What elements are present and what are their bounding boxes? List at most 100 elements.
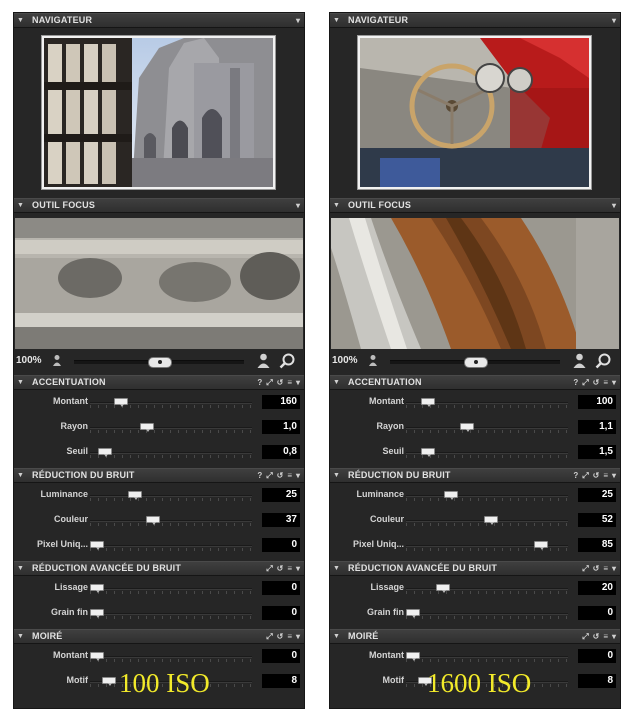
- collapse-triangle-icon[interactable]: ▼: [17, 562, 24, 575]
- slider-thumb[interactable]: [114, 398, 128, 407]
- zoom-out-person-icon[interactable]: [52, 354, 62, 366]
- collapse-triangle-icon[interactable]: ▼: [333, 630, 340, 643]
- focus-preview[interactable]: [331, 218, 619, 349]
- value-field[interactable]: 0: [578, 649, 616, 663]
- slider-thumb[interactable]: [127, 491, 142, 500]
- value-field[interactable]: 20: [578, 581, 616, 595]
- chevron-down-icon[interactable]: ▾: [296, 630, 300, 643]
- chevron-down-icon[interactable]: ▾: [296, 14, 300, 27]
- slider-track[interactable]: [90, 520, 252, 522]
- collapse-triangle-icon[interactable]: ▼: [333, 469, 340, 482]
- slider-thumb[interactable]: [421, 448, 435, 457]
- expand-icon[interactable]: ⤢: [582, 469, 588, 482]
- zoom-slider-knob[interactable]: [148, 357, 172, 368]
- reset-icon[interactable]: ↺: [593, 562, 600, 575]
- section-header[interactable]: ▼ RÉDUCTION AVANCÉE DU BRUIT ⤢ ↺ ≡ ▾: [330, 561, 620, 576]
- magnifier-icon[interactable]: [279, 353, 295, 369]
- value-field[interactable]: 25: [262, 488, 300, 502]
- collapse-triangle-icon[interactable]: ▼: [333, 199, 340, 212]
- expand-icon[interactable]: ⤢: [266, 630, 272, 643]
- slider-thumb[interactable]: [90, 584, 104, 593]
- value-field[interactable]: 1,0: [262, 420, 300, 434]
- value-field[interactable]: 0: [262, 606, 300, 620]
- collapse-triangle-icon[interactable]: ▼: [17, 14, 24, 27]
- slider-thumb[interactable]: [443, 491, 458, 500]
- navigator-thumbnail[interactable]: [41, 35, 276, 190]
- value-field[interactable]: 0: [262, 538, 300, 552]
- expand-icon[interactable]: ⤢: [266, 469, 272, 482]
- slider-track[interactable]: [406, 656, 568, 658]
- menu-icon[interactable]: ≡: [603, 630, 608, 643]
- slider-thumb[interactable]: [436, 584, 450, 593]
- slider-thumb[interactable]: [145, 516, 160, 525]
- collapse-triangle-icon[interactable]: ▼: [17, 376, 24, 389]
- slider-thumb[interactable]: [139, 423, 154, 432]
- reset-icon[interactable]: ↺: [277, 562, 284, 575]
- navigator-header[interactable]: ▼ NAVIGATEUR ▾: [14, 13, 304, 28]
- expand-icon[interactable]: ⤢: [582, 376, 588, 389]
- slider-track[interactable]: [406, 588, 568, 590]
- value-field[interactable]: 52: [578, 513, 616, 527]
- expand-icon[interactable]: ⤢: [266, 376, 272, 389]
- section-header[interactable]: ▼ RÉDUCTION DU BRUIT? ⤢ ↺ ≡ ▾: [14, 468, 304, 483]
- section-header[interactable]: ▼ RÉDUCTION DU BRUIT? ⤢ ↺ ≡ ▾: [330, 468, 620, 483]
- help-icon[interactable]: ?: [257, 376, 262, 389]
- slider-thumb[interactable]: [406, 609, 420, 618]
- reset-icon[interactable]: ↺: [277, 376, 284, 389]
- menu-icon[interactable]: ≡: [287, 376, 292, 389]
- slider-thumb[interactable]: [460, 423, 474, 432]
- slider-track[interactable]: [90, 545, 252, 547]
- reset-icon[interactable]: ↺: [593, 376, 600, 389]
- slider-thumb[interactable]: [421, 398, 435, 407]
- slider-thumb[interactable]: [406, 652, 420, 661]
- value-field[interactable]: 0: [262, 581, 300, 595]
- chevron-down-icon[interactable]: ▾: [296, 469, 300, 482]
- chevron-down-icon[interactable]: ▾: [612, 14, 616, 27]
- value-field[interactable]: 0,8: [262, 445, 300, 459]
- collapse-triangle-icon[interactable]: ▼: [17, 199, 24, 212]
- chevron-down-icon[interactable]: ▾: [296, 376, 300, 389]
- help-icon[interactable]: ?: [573, 469, 578, 482]
- slider-thumb[interactable]: [102, 677, 116, 686]
- slider-track[interactable]: [90, 613, 252, 615]
- expand-icon[interactable]: ⤢: [266, 562, 272, 575]
- reset-icon[interactable]: ↺: [277, 469, 284, 482]
- section-header[interactable]: ▼ MOIRÉ ⤢ ↺ ≡ ▾: [14, 629, 304, 644]
- slider-track[interactable]: [90, 452, 252, 454]
- slider-track[interactable]: [90, 495, 252, 497]
- focus-preview[interactable]: [15, 218, 303, 349]
- help-icon[interactable]: ?: [257, 469, 262, 482]
- chevron-down-icon[interactable]: ▾: [612, 630, 616, 643]
- menu-icon[interactable]: ≡: [287, 630, 292, 643]
- menu-icon[interactable]: ≡: [603, 562, 608, 575]
- value-field[interactable]: 1,5: [578, 445, 616, 459]
- section-header[interactable]: ▼ ACCENTUATION? ⤢ ↺ ≡ ▾: [330, 375, 620, 390]
- value-field[interactable]: 85: [578, 538, 616, 552]
- chevron-down-icon[interactable]: ▾: [296, 199, 300, 212]
- section-header[interactable]: ▼ MOIRÉ ⤢ ↺ ≡ ▾: [330, 629, 620, 644]
- reset-icon[interactable]: ↺: [593, 469, 600, 482]
- slider-track[interactable]: [406, 427, 568, 429]
- slider-track[interactable]: [406, 613, 568, 615]
- menu-icon[interactable]: ≡: [603, 469, 608, 482]
- value-field[interactable]: 100: [578, 395, 616, 409]
- expand-icon[interactable]: ⤢: [582, 630, 588, 643]
- slider-thumb[interactable]: [97, 448, 112, 457]
- value-field[interactable]: 160: [262, 395, 300, 409]
- chevron-down-icon[interactable]: ▾: [296, 562, 300, 575]
- chevron-down-icon[interactable]: ▾: [612, 562, 616, 575]
- navigator-thumbnail[interactable]: [357, 35, 592, 190]
- slider-track[interactable]: [90, 427, 252, 429]
- reset-icon[interactable]: ↺: [277, 630, 284, 643]
- value-field[interactable]: 1,1: [578, 420, 616, 434]
- value-field[interactable]: 0: [578, 606, 616, 620]
- collapse-triangle-icon[interactable]: ▼: [333, 562, 340, 575]
- collapse-triangle-icon[interactable]: ▼: [333, 14, 340, 27]
- slider-track[interactable]: [406, 495, 568, 497]
- focus-header[interactable]: ▼ OUTIL FOCUS ▾: [14, 198, 304, 213]
- slider-thumb[interactable]: [90, 652, 104, 661]
- value-field[interactable]: 8: [578, 674, 616, 688]
- collapse-triangle-icon[interactable]: ▼: [17, 630, 24, 643]
- menu-icon[interactable]: ≡: [287, 469, 292, 482]
- magnifier-icon[interactable]: [595, 353, 611, 369]
